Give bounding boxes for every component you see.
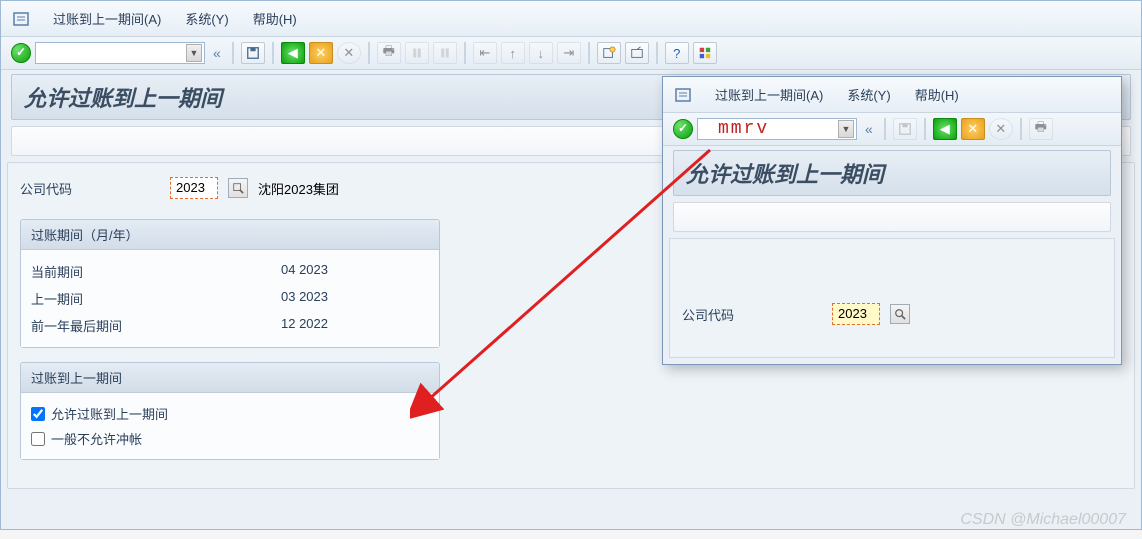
search-help-icon[interactable]	[890, 304, 910, 324]
exit-button[interactable]: ✕	[961, 118, 985, 140]
company-code-label: 公司代码	[20, 179, 160, 198]
menu-system[interactable]: 系统(Y)	[185, 9, 228, 28]
menu-bar: 过账到上一期间(A) 系统(Y) 帮助(H)	[1, 1, 1141, 37]
exit-button[interactable]: ✕	[309, 42, 333, 64]
back-button[interactable]: ◀	[281, 42, 305, 64]
posting-period-header: 过账期间（月/年）	[21, 220, 439, 250]
collapse-icon[interactable]: «	[209, 45, 225, 61]
overlay-company-label: 公司代码	[682, 305, 822, 324]
no-reverse-checkbox[interactable]	[31, 432, 45, 446]
chevron-down-icon[interactable]: ▼	[186, 44, 202, 62]
save-button[interactable]	[241, 42, 265, 64]
last-page-button: ⇥	[557, 42, 581, 64]
first-page-button: ⇤	[473, 42, 497, 64]
separator	[272, 42, 274, 64]
no-reverse-label: 一般不允许冲帐	[51, 429, 142, 448]
overlay-page-title: 允许过账到上一期间	[673, 150, 1111, 196]
posting-period-group: 过账期间（月/年） 当前期间 04 2023 上一期间 03 2023 前一年最…	[20, 219, 440, 348]
command-field[interactable]: mmrv ▼	[697, 118, 857, 140]
separator	[464, 42, 466, 64]
allow-prev-checkbox[interactable]	[31, 407, 45, 421]
separator	[368, 42, 370, 64]
row-value: 03 2023	[281, 289, 328, 308]
row-value: 12 2022	[281, 316, 328, 335]
row-label: 上一期间	[31, 289, 281, 308]
company-name: 沈阳2023集团	[258, 179, 339, 198]
print-button: 🖶	[1029, 118, 1053, 140]
customize-button[interactable]	[693, 42, 717, 64]
back-button[interactable]: ◀	[933, 118, 957, 140]
print-button: 🖶	[377, 42, 401, 64]
menu-posting[interactable]: 过账到上一期间(A)	[53, 9, 161, 28]
find-next-button	[433, 42, 457, 64]
menu-icon[interactable]	[675, 87, 691, 103]
menu-system[interactable]: 系统(Y)	[847, 85, 890, 104]
cancel-button: ✕	[337, 42, 361, 64]
chevron-down-icon[interactable]: ▼	[838, 120, 854, 138]
shortcut-button[interactable]	[625, 42, 649, 64]
menu-icon[interactable]	[13, 11, 29, 27]
separator	[588, 42, 590, 64]
overlay-app-toolbar	[673, 202, 1111, 232]
find-button	[405, 42, 429, 64]
company-code-input[interactable]: 2023	[170, 177, 218, 199]
overlay-toolbar: mmrv ▼ « ◀ ✕ ✕ 🖶	[663, 113, 1121, 146]
post-prev-period-group: 过账到上一期间 允许过账到上一期间 一般不允许冲帐	[20, 362, 440, 460]
prev-page-button: ↑	[501, 42, 525, 64]
menu-help[interactable]: 帮助(H)	[915, 85, 959, 104]
post-prev-header: 过账到上一期间	[21, 363, 439, 393]
enter-button[interactable]	[11, 43, 31, 63]
separator	[924, 118, 926, 140]
last-year-period-row: 前一年最后期间 12 2022	[31, 312, 429, 339]
save-button	[893, 118, 917, 140]
overlay-menu-bar: 过账到上一期间(A) 系统(Y) 帮助(H)	[663, 77, 1121, 113]
row-label: 前一年最后期间	[31, 316, 281, 335]
prev-period-row: 上一期间 03 2023	[31, 285, 429, 312]
row-label: 当前期间	[31, 262, 281, 281]
separator	[884, 118, 886, 140]
menu-help[interactable]: 帮助(H)	[253, 9, 297, 28]
current-period-row: 当前期间 04 2023	[31, 258, 429, 285]
help-button[interactable]: ?	[665, 42, 689, 64]
collapse-icon[interactable]: «	[861, 121, 877, 137]
menu-posting[interactable]: 过账到上一期间(A)	[715, 85, 823, 104]
overlay-content: 公司代码 2023	[669, 238, 1115, 358]
cancel-button: ✕	[989, 118, 1013, 140]
command-field[interactable]: ▼	[35, 42, 205, 64]
row-value: 04 2023	[281, 262, 328, 281]
overlay-window: 过账到上一期间(A) 系统(Y) 帮助(H) mmrv ▼ « ◀ ✕ ✕ 🖶 …	[662, 76, 1122, 365]
main-toolbar: ▼ « ◀ ✕ ✕ 🖶 ⇤ ↑ ↓ ⇥ ?	[1, 37, 1141, 70]
separator	[232, 42, 234, 64]
enter-button[interactable]	[673, 119, 693, 139]
next-page-button: ↓	[529, 42, 553, 64]
new-session-button[interactable]	[597, 42, 621, 64]
search-help-icon[interactable]	[228, 178, 248, 198]
command-text: mmrv	[702, 119, 769, 139]
separator	[656, 42, 658, 64]
allow-prev-label: 允许过账到上一期间	[51, 404, 168, 423]
watermark: CSDN @Michael00007	[960, 511, 1126, 529]
overlay-company-input[interactable]: 2023	[832, 303, 880, 325]
separator	[1020, 118, 1022, 140]
